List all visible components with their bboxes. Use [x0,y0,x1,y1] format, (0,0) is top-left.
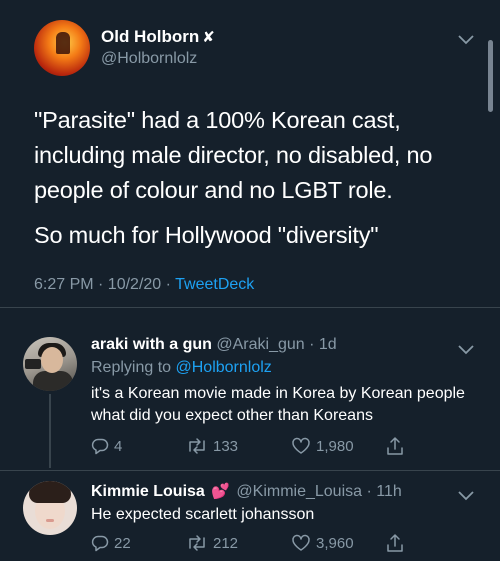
like-count: 3,960 [316,534,354,552]
author-avatar[interactable] [34,20,90,76]
replying-to: Replying to @Holbornlolz [91,359,272,376]
tweet-timestamp[interactable]: 6:27 PM · 10/2/20 · [34,276,175,293]
reply-icon [91,437,109,455]
like-button[interactable]: 3,960 [291,534,386,552]
reply-avatar[interactable] [23,481,77,535]
like-icon [291,437,311,455]
share-button[interactable] [386,533,404,553]
chevron-down-icon[interactable] [458,32,474,48]
reply-avatar[interactable] [23,337,77,391]
reply-header: Kimmie Louisa 💕 @Kimmie_Louisa · 11h [91,482,402,501]
author-badge: ✘ [202,29,215,46]
retweet-icon [186,534,208,552]
share-button[interactable] [386,436,404,456]
reply-actions: 22 212 3,960 [91,533,421,553]
replying-to-handle[interactable]: @Holbornlolz [176,359,272,376]
chevron-down-icon[interactable] [458,488,474,504]
scrollbar[interactable] [488,40,493,112]
share-icon [386,436,404,456]
reply-header: araki with a gun @Araki_gun · 1d [91,336,337,354]
like-icon [291,534,311,552]
tweet-text-paragraph: So much for Hollywood "diversity" [34,222,379,248]
tweet-text-paragraph: "Parasite" had a 100% Korean cast, inclu… [34,107,433,203]
thread-line [49,394,51,468]
divider [0,307,500,308]
like-count: 1,980 [316,437,354,455]
chevron-down-icon[interactable] [458,342,474,358]
author-handle[interactable]: @Holbornlolz [101,50,197,68]
retweet-count: 133 [213,437,239,455]
reply-author-handle[interactable]: @Araki_gun · 1d [216,336,336,353]
reply-author-name[interactable]: Kimmie Louisa [91,483,205,500]
retweet-icon [186,437,208,455]
retweet-button[interactable]: 212 [186,534,291,552]
reply-button[interactable]: 22 [91,534,186,552]
reply-button[interactable]: 4 [91,437,186,455]
tweet-source-link[interactable]: TweetDeck [175,276,254,293]
reply-author-handle[interactable]: @Kimmie_Louisa · 11h [236,483,401,500]
hearts-emoji: 💕 [211,483,230,500]
retweet-count: 212 [213,534,239,552]
retweet-button[interactable]: 133 [186,437,291,455]
reply-actions: 4 133 1,980 [91,436,421,456]
share-icon [386,533,404,553]
like-button[interactable]: 1,980 [291,437,386,455]
reply-icon [91,534,109,552]
reply-author-name[interactable]: araki with a gun [91,336,212,353]
reply-text: it's a Korean movie made in Korea by Kor… [91,385,465,424]
divider [0,470,500,471]
reply-count: 22 [114,534,131,552]
tweet-text: "Parasite" had a 100% Korean cast, inclu… [34,103,474,253]
reply-text: He expected scarlett johansson [91,506,315,523]
reply-count: 4 [114,437,123,455]
author-name[interactable]: Old Holborn ✘ [101,27,215,47]
tweet-meta: 6:27 PM · 10/2/20 · TweetDeck [34,276,254,294]
